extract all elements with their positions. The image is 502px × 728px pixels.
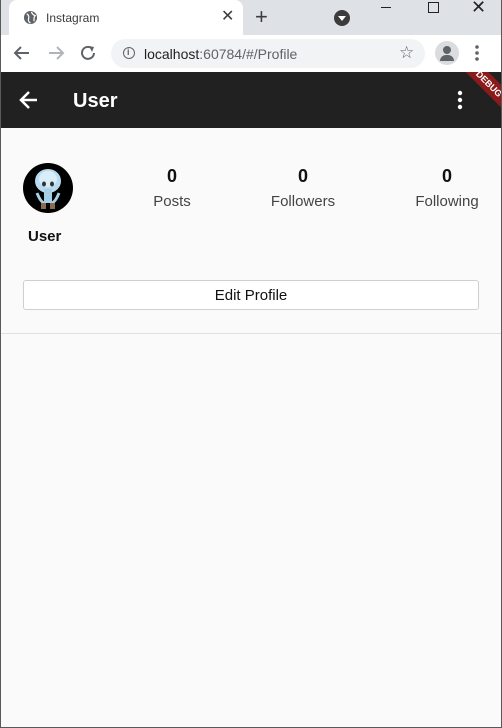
stat-value: 0: [441, 166, 452, 186]
back-icon[interactable]: [13, 44, 31, 62]
site-info-icon[interactable]: [123, 47, 135, 59]
page-title: User: [73, 90, 118, 112]
browser-tabstrip: Instagram ✕ + ✕: [1, 0, 501, 35]
tab-search-icon[interactable]: [334, 10, 350, 26]
stat-label: Posts: [153, 193, 191, 210]
url-text[interactable]: localhost:60784/#/Profile: [144, 46, 297, 62]
reload-icon[interactable]: [79, 44, 97, 62]
stat-following[interactable]: 0 Following: [397, 166, 497, 210]
stat-followers[interactable]: 0 Followers: [253, 166, 353, 210]
maximize-icon[interactable]: [428, 2, 439, 13]
more-options-icon[interactable]: [457, 90, 463, 110]
minimize-icon[interactable]: [381, 7, 391, 8]
browser-menu-icon[interactable]: [475, 44, 479, 62]
stat-posts[interactable]: 0 Posts: [122, 166, 222, 210]
forward-icon[interactable]: [47, 44, 65, 62]
avatar[interactable]: [23, 163, 73, 213]
stat-value: 0: [297, 166, 308, 186]
browser-tab[interactable]: Instagram ✕: [9, 0, 243, 35]
globe-icon: [23, 10, 38, 25]
stat-value: 0: [166, 166, 177, 186]
browser-profile-icon[interactable]: [435, 41, 459, 65]
bookmark-star-icon[interactable]: ☆: [399, 43, 414, 63]
stat-label: Following: [415, 193, 479, 210]
profile-header: User 0 Posts 0 Followers 0 Following Edi…: [1, 128, 501, 334]
close-window-icon[interactable]: ✕: [471, 0, 486, 17]
address-bar[interactable]: localhost:60784/#/Profile ☆: [111, 39, 425, 68]
new-tab-button[interactable]: +: [255, 6, 268, 28]
browser-toolbar: localhost:60784/#/Profile ☆: [1, 35, 501, 72]
back-arrow-icon[interactable]: [19, 90, 39, 110]
edit-profile-button[interactable]: Edit Profile: [23, 280, 479, 310]
app-bar: User DEBUG: [1, 72, 501, 128]
tab-title: Instagram: [46, 11, 100, 25]
tab-close-icon[interactable]: ✕: [221, 8, 234, 26]
stat-label: Followers: [270, 193, 336, 210]
debug-banner: DEBUG: [444, 72, 501, 128]
profile-username: User: [28, 228, 62, 245]
squidward-avatar-image: [35, 169, 61, 209]
